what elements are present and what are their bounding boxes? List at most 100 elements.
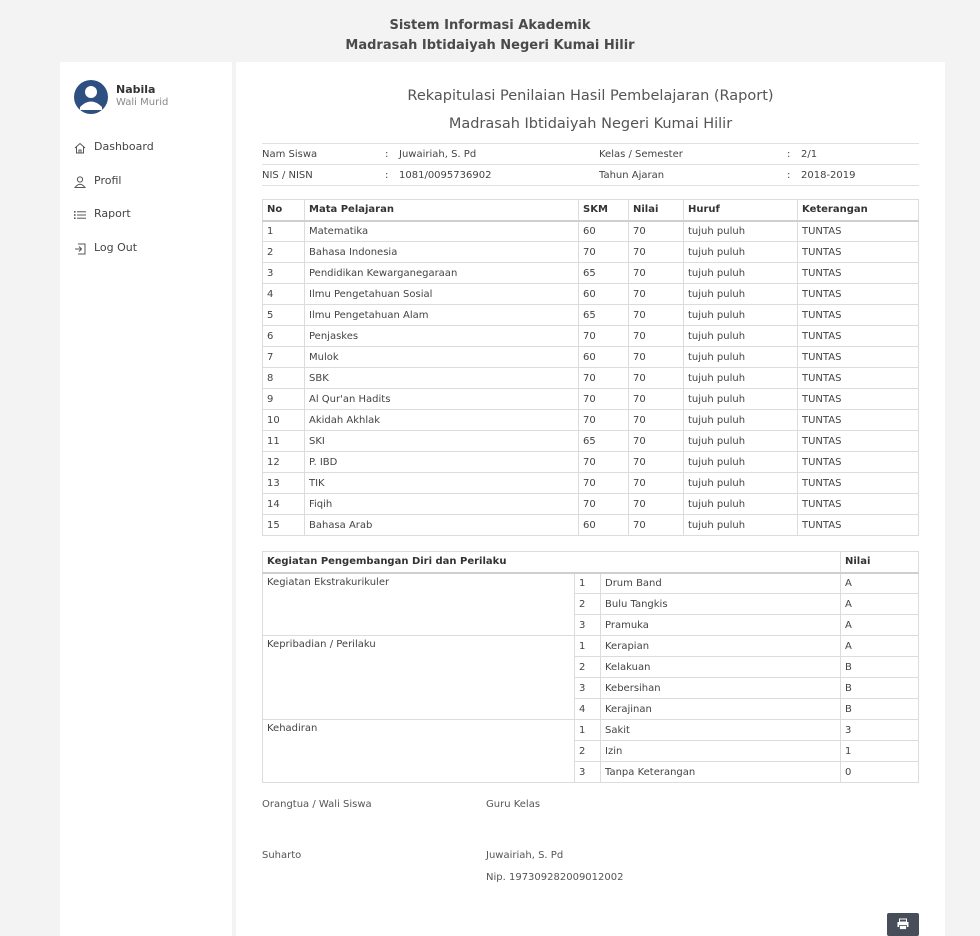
report-title: Rekapitulasi Penilaian Hasil Pembelajara… bbox=[407, 88, 774, 104]
huruf-value: tujuh puluh bbox=[683, 304, 798, 326]
development-table: Kegiatan Pengembangan Diri dan Perilaku … bbox=[262, 551, 919, 783]
skm-value: 70 bbox=[578, 325, 629, 347]
huruf-value: tujuh puluh bbox=[683, 262, 798, 284]
item-no: 4 bbox=[574, 698, 601, 720]
user-icon bbox=[73, 175, 87, 188]
item-no: 1 bbox=[574, 719, 601, 741]
nilai-value: 70 bbox=[628, 241, 684, 263]
item-name: Izin bbox=[600, 740, 841, 762]
item-name: Bulu Tangkis bbox=[600, 593, 841, 615]
report-panel: Rekapitulasi Penilaian Hasil Pembelajara… bbox=[236, 62, 945, 936]
row-no: 1 bbox=[262, 220, 305, 242]
student-name: Juwairiah, S. Pd bbox=[399, 143, 589, 165]
nilai-value: 70 bbox=[628, 472, 684, 494]
row-no: 15 bbox=[262, 514, 305, 536]
logout-icon bbox=[75, 243, 86, 254]
subject-name: Akidah Akhlak bbox=[304, 409, 579, 431]
keterangan-value: TUNTAS bbox=[797, 514, 919, 536]
keterangan-value: TUNTAS bbox=[797, 430, 919, 452]
nilai-value: 70 bbox=[628, 283, 684, 305]
info-sep: : bbox=[787, 164, 801, 186]
table-row: 4 Ilmu Pengetahuan Sosial 60 70 tujuh puluh T… bbox=[262, 283, 919, 305]
item-no: 2 bbox=[574, 656, 601, 678]
group-title: Kehadiran bbox=[262, 719, 575, 783]
parent-label: Orangtua / Wali Siswa bbox=[262, 799, 372, 810]
table-row: 6 Penjaskes 70 70 tujuh puluh TUNTAS bbox=[262, 325, 919, 347]
huruf-value: tujuh puluh bbox=[683, 283, 798, 305]
table-row: 15 Bahasa Arab 60 70 tujuh puluh TUNTAS bbox=[262, 514, 919, 536]
item-value: A bbox=[840, 635, 919, 657]
item-value: A bbox=[840, 614, 919, 636]
print-button[interactable] bbox=[887, 913, 919, 936]
group-title: Kegiatan Ekstrakurikuler bbox=[262, 572, 575, 636]
huruf-value: tujuh puluh bbox=[683, 367, 798, 389]
development-nilai-header: Nilai bbox=[840, 551, 919, 574]
keterangan-value: TUNTAS bbox=[797, 493, 919, 515]
teacher-label: Guru Kelas bbox=[486, 799, 541, 810]
item-no: 3 bbox=[574, 614, 601, 636]
nilai-value: 70 bbox=[628, 346, 684, 368]
item-value: B bbox=[840, 677, 919, 699]
item-no: 2 bbox=[574, 740, 601, 762]
school-name: Madrasah Ibtidaiyah Negeri Kumai Hilir bbox=[345, 38, 635, 53]
nilai-value: 70 bbox=[628, 325, 684, 347]
keterangan-value: TUNTAS bbox=[797, 220, 919, 242]
item-no: 3 bbox=[574, 677, 601, 699]
skm-value: 60 bbox=[578, 514, 629, 536]
sidebar: Nabila Wali Murid Dashboard Profil Rapor… bbox=[60, 62, 232, 936]
skm-value: 60 bbox=[578, 346, 629, 368]
huruf-value: tujuh puluh bbox=[683, 514, 798, 536]
row-no: 6 bbox=[262, 325, 305, 347]
row-no: 2 bbox=[262, 241, 305, 263]
sidebar-nav: Dashboard Profil Raport Log Out bbox=[60, 136, 232, 270]
info-sep: : bbox=[385, 143, 399, 165]
keterangan-value: TUNTAS bbox=[797, 283, 919, 305]
sidebar-item-dashboard[interactable]: Dashboard bbox=[60, 136, 232, 170]
row-no: 3 bbox=[262, 262, 305, 284]
item-name: Kerapian bbox=[600, 635, 841, 657]
subject-name: Ilmu Pengetahuan Sosial bbox=[304, 283, 579, 305]
huruf-value: tujuh puluh bbox=[683, 493, 798, 515]
table-row: 10 Akidah Akhlak 70 70 tujuh puluh TUNTAS bbox=[262, 409, 919, 431]
student-nis: 1081/0095736902 bbox=[399, 164, 589, 186]
item-name: Drum Band bbox=[600, 572, 841, 594]
keterangan-value: TUNTAS bbox=[797, 388, 919, 410]
table-row: 9 Al Qur'an Hadits 70 70 tujuh puluh TUNTAS bbox=[262, 388, 919, 410]
nilai-value: 70 bbox=[628, 367, 684, 389]
item-value: 3 bbox=[840, 719, 919, 741]
keterangan-value: TUNTAS bbox=[797, 409, 919, 431]
nilai-value: 70 bbox=[628, 262, 684, 284]
sidebar-item-label: Raport bbox=[94, 207, 131, 220]
row-no: 10 bbox=[262, 409, 305, 431]
table-row: 11 SKI 65 70 tujuh puluh TUNTAS bbox=[262, 430, 919, 452]
item-value: 0 bbox=[840, 761, 919, 783]
skm-value: 60 bbox=[578, 220, 629, 242]
item-name: Sakit bbox=[600, 719, 841, 741]
skm-value: 70 bbox=[578, 451, 629, 473]
info-sep: : bbox=[385, 164, 399, 186]
school-year: 2018-2019 bbox=[801, 164, 919, 186]
row-no: 9 bbox=[262, 388, 305, 410]
info-sep: : bbox=[787, 143, 801, 165]
subject-name: Pendidikan Kewarganegaraan bbox=[304, 262, 579, 284]
huruf-value: tujuh puluh bbox=[683, 241, 798, 263]
info-label: Kelas / Semester bbox=[599, 143, 787, 165]
sidebar-item-profil[interactable]: Profil bbox=[60, 170, 232, 204]
item-no: 2 bbox=[574, 593, 601, 615]
app-title: Sistem Informasi Akademik bbox=[389, 18, 591, 33]
sidebar-item-logout[interactable]: Log Out bbox=[60, 237, 232, 271]
subject-name: Matematika bbox=[304, 220, 579, 242]
keterangan-value: TUNTAS bbox=[797, 241, 919, 263]
item-value: A bbox=[840, 593, 919, 615]
sidebar-item-raport[interactable]: Raport bbox=[60, 203, 232, 237]
grades-table: No Mata Pelajaran SKM Nilai Huruf Ketera… bbox=[262, 199, 919, 536]
sidebar-item-label: Dashboard bbox=[94, 140, 154, 153]
keterangan-value: TUNTAS bbox=[797, 451, 919, 473]
teacher-name: Juwairiah, S. Pd bbox=[486, 850, 564, 861]
subject-name: TIK bbox=[304, 472, 579, 494]
item-no: 1 bbox=[574, 572, 601, 594]
table-row: Kehadiran 1 Sakit 3 bbox=[262, 719, 919, 783]
keterangan-value: TUNTAS bbox=[797, 367, 919, 389]
huruf-value: tujuh puluh bbox=[683, 472, 798, 494]
nilai-value: 70 bbox=[628, 430, 684, 452]
